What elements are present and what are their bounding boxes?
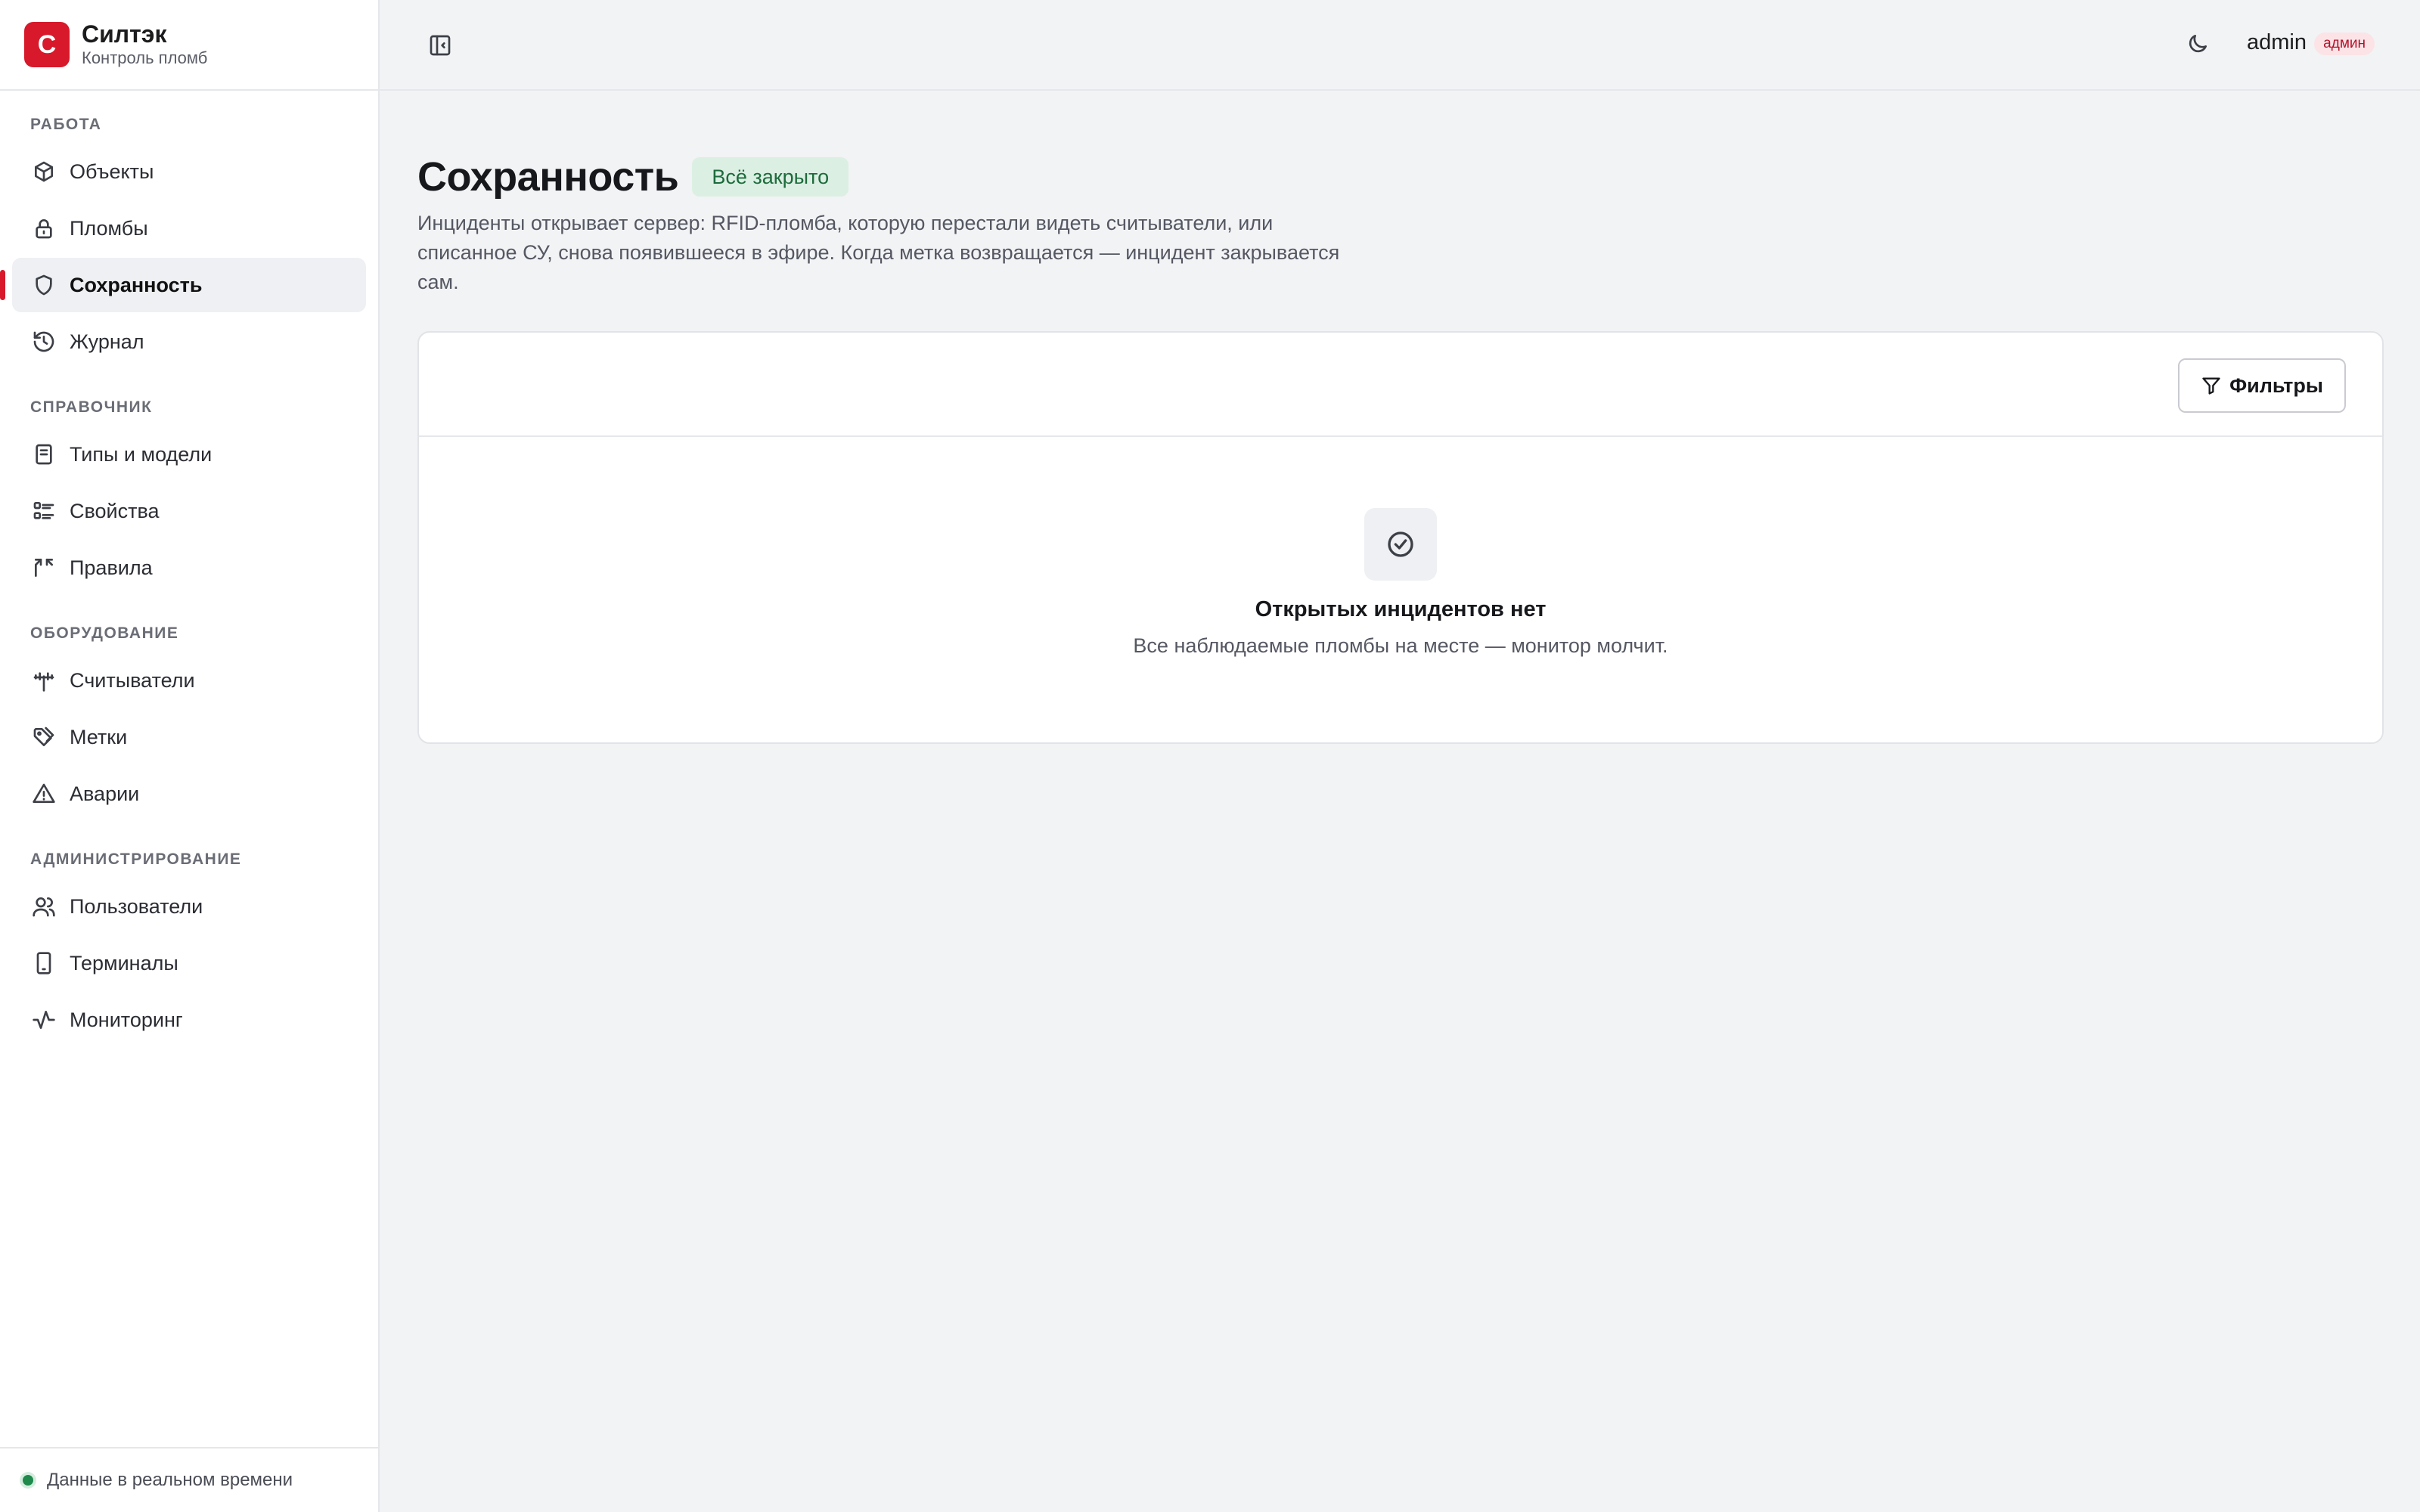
filters-button-label: Фильтры <box>2229 373 2323 397</box>
lock-icon <box>32 216 56 240</box>
split-icon <box>32 556 56 580</box>
theme-toggle-button[interactable] <box>2186 32 2211 57</box>
topbar: admin админ <box>380 0 2420 91</box>
sidebar-toggle-button[interactable] <box>428 33 452 57</box>
check-circle-icon <box>1388 531 1413 557</box>
sidebar-item-label: Журнал <box>70 330 144 353</box>
user-role-badge: админ <box>2314 33 2375 55</box>
incidents-card: Фильтры Открытых инцидентов нет Все набл… <box>417 331 2384 744</box>
realtime-status-label: Данные в реальном времени <box>47 1470 293 1490</box>
sidebar-item-label: Мониторинг <box>70 1008 183 1031</box>
sidebar-item-label: Терминалы <box>70 951 178 974</box>
sidebar-item-users[interactable]: Пользователи <box>12 879 366 934</box>
sidebar-item-safety[interactable]: Сохранность <box>0 258 366 312</box>
section-label-equipment: ОБОРУДОВАНИЕ <box>30 624 179 642</box>
phone-icon <box>32 951 56 975</box>
sidebar-item-tags[interactable]: Метки <box>12 710 366 764</box>
live-status-dot <box>23 1475 33 1486</box>
page-title: Сохранность <box>417 154 679 200</box>
sidebar-item-label: Метки <box>70 725 128 748</box>
empty-state-icon-box <box>1364 508 1437 581</box>
antenna-icon <box>32 668 56 692</box>
filters-button[interactable]: Фильтры <box>2178 358 2346 413</box>
sidebar-item-label: Пломбы <box>70 216 148 240</box>
brand-logo: С <box>24 22 70 67</box>
moon-icon <box>2189 35 2207 53</box>
sidebar-item-types-models[interactable]: Типы и модели <box>12 427 366 482</box>
empty-state-title: Открытых инцидентов нет <box>1255 597 1547 621</box>
tags-icon <box>32 725 56 749</box>
card-toolbar: Фильтры <box>419 333 2382 437</box>
empty-state: Открытых инцидентов нет Все наблюдаемые … <box>419 508 2382 658</box>
panel-left-close-icon <box>430 35 451 56</box>
sidebar-item-label: Аварии <box>70 782 140 805</box>
sidebar-item-journal[interactable]: Журнал <box>12 314 366 369</box>
brand[interactable]: С Силтэк Контроль пломб <box>0 0 378 91</box>
section-label-work: РАБОТА <box>30 116 102 133</box>
sidebar-item-terminals[interactable]: Терминалы <box>12 936 366 990</box>
sidebar-item-label: Объекты <box>70 160 154 183</box>
brand-title: Силтэк <box>82 20 167 48</box>
sidebar-item-label: Типы и модели <box>70 442 213 466</box>
sidebar-item-readers[interactable]: Считыватели <box>12 653 366 708</box>
title-row: Сохранность Всё закрыто <box>417 153 2384 201</box>
sidebar-item-label: Правила <box>70 556 153 579</box>
sidebar-item-seals[interactable]: Пломбы <box>12 201 366 256</box>
empty-state-subtitle: Все наблюдаемые пломбы на месте — монито… <box>1133 634 1668 657</box>
users-icon <box>32 894 56 919</box>
sidebar-item-monitoring[interactable]: Мониторинг <box>12 993 366 1047</box>
sidebar-item-label: Сохранность <box>70 273 203 296</box>
section-label-admin: АДМИНИСТРИРОВАНИЕ <box>30 850 242 868</box>
sidebar: С Силтэк Контроль пломб РАБОТА Объекты П… <box>0 0 380 1512</box>
activity-icon <box>32 1008 56 1032</box>
sidebar-nav: РАБОТА Объекты Пломбы Сохранность Журнал… <box>0 112 378 1047</box>
cube-icon <box>32 160 56 184</box>
realtime-status: Данные в реальном времени <box>0 1447 378 1512</box>
sidebar-item-label: Пользователи <box>70 894 203 918</box>
filter-icon <box>2202 377 2220 395</box>
user-name[interactable]: admin <box>2247 30 2307 55</box>
sidebar-item-label: Считыватели <box>70 668 195 692</box>
warning-icon <box>32 782 56 806</box>
status-badge: Всё закрыто <box>692 157 849 197</box>
list-icon <box>32 499 56 523</box>
sidebar-item-objects[interactable]: Объекты <box>12 144 366 199</box>
sidebar-item-label: Свойства <box>70 499 160 522</box>
history-icon <box>32 330 56 354</box>
sidebar-item-alarms[interactable]: Аварии <box>12 767 366 821</box>
sidebar-item-properties[interactable]: Свойства <box>12 484 366 538</box>
main-content: Сохранность Всё закрыто Инциденты открыв… <box>417 153 2384 744</box>
sidebar-item-rules[interactable]: Правила <box>12 541 366 595</box>
section-label-reference: СПРАВОЧНИК <box>30 398 153 416</box>
page-description: Инциденты открывает сервер: RFID-пломба,… <box>417 212 1340 293</box>
brand-subtitle: Контроль пломб <box>82 48 208 67</box>
book-icon <box>32 442 56 466</box>
shield-icon <box>32 273 56 297</box>
